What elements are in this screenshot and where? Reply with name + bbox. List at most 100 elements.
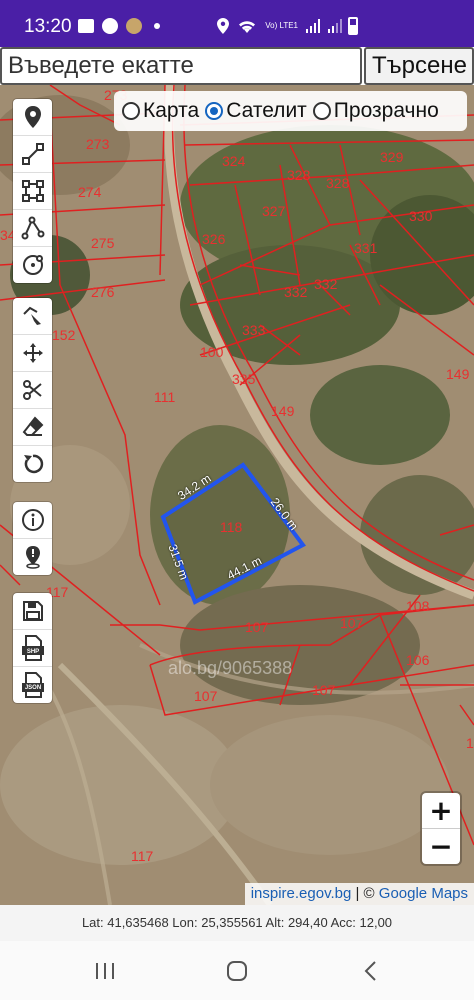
parcel-label: 118 xyxy=(220,519,243,535)
recent-apps-button[interactable] xyxy=(75,951,135,991)
network-type: Vo) LTE1 xyxy=(265,21,298,30)
parcel-label: 107 xyxy=(245,619,269,635)
cut-button[interactable] xyxy=(13,372,52,409)
map-attribution: inspire.egov.bg | © Google Maps xyxy=(244,883,474,905)
polyline-tool-button[interactable] xyxy=(13,210,52,247)
info-toolbar xyxy=(13,502,52,575)
system-navigation-bar xyxy=(0,941,474,1000)
undo-button[interactable] xyxy=(13,446,52,482)
radio-map[interactable] xyxy=(122,102,140,120)
parcel-label: 335 xyxy=(232,371,256,387)
parcel-label: 107 xyxy=(194,688,218,704)
marker-icon xyxy=(24,106,41,128)
clock: 13:20 xyxy=(24,16,72,37)
eraser-button[interactable] xyxy=(13,409,52,446)
satellite-map[interactable]: 273 273 274 275 276 152 34 324 328 329 3… xyxy=(0,85,474,905)
parcel-label: 324 xyxy=(222,153,246,169)
parcel-label: 326 xyxy=(202,231,226,247)
polyline-icon xyxy=(21,216,44,240)
status-bar: 13:20 Vo) LTE1 xyxy=(0,0,474,47)
back-icon xyxy=(364,961,376,981)
polygon-tool-button[interactable] xyxy=(13,173,52,210)
parcel-label: 149 xyxy=(271,403,295,419)
line-tool-button[interactable] xyxy=(13,136,52,173)
circle-icon xyxy=(22,255,43,275)
parcel-label: 328 xyxy=(326,175,350,191)
layer-option-transparent[interactable]: Прозрачно xyxy=(312,99,439,123)
parcel-label: 107 xyxy=(340,615,364,631)
move-icon xyxy=(22,343,43,363)
shp-label: SHP xyxy=(26,649,40,655)
parcel-label: 333 xyxy=(242,322,266,338)
back-button[interactable] xyxy=(340,951,400,991)
save-icon xyxy=(22,601,43,621)
my-location-button[interactable] xyxy=(13,539,52,575)
parcel-label: 327 xyxy=(262,203,286,219)
zoom-out-button[interactable]: − xyxy=(422,829,460,864)
parcel-label: 149 xyxy=(446,366,470,382)
marker-tool-button[interactable] xyxy=(13,99,52,136)
parcel-label: 108 xyxy=(406,598,430,614)
save-button[interactable] xyxy=(13,593,52,630)
parcel-label: 330 xyxy=(409,208,433,224)
json-label: JSON xyxy=(24,685,42,691)
google-maps-link[interactable]: Google Maps xyxy=(379,885,468,902)
more-notifications-icon xyxy=(154,23,160,29)
radio-transparent[interactable] xyxy=(312,102,331,120)
location-status-icon xyxy=(217,18,230,34)
wifi-icon xyxy=(239,21,256,33)
location-icon xyxy=(25,546,40,569)
draw-toolbar xyxy=(13,99,52,283)
select-edit-icon xyxy=(22,306,41,325)
polygon-icon xyxy=(21,180,44,202)
layer-option-satellite[interactable]: Сателит xyxy=(205,99,307,123)
app-notification-icon xyxy=(126,18,142,34)
radio-satellite[interactable] xyxy=(205,102,224,120)
attribution-separator: | © xyxy=(351,885,379,902)
parcel-labels: 273 273 274 275 276 152 34 324 328 329 3… xyxy=(0,85,474,905)
move-button[interactable] xyxy=(13,335,52,372)
parcel-label: 106 xyxy=(406,652,430,668)
parcel-label: 100 xyxy=(200,344,224,360)
parcel-label: 152 xyxy=(52,327,76,343)
battery-icon xyxy=(348,17,358,35)
notification-icons xyxy=(78,18,160,34)
eraser-icon xyxy=(22,416,43,436)
parcel-label: 276 xyxy=(91,284,115,300)
home-icon xyxy=(227,961,247,981)
layer-option-map[interactable]: Карта xyxy=(122,99,199,123)
parcel-label: 111 xyxy=(154,389,176,405)
layer-selector: Карта Сателит Прозрачно xyxy=(114,91,467,131)
messenger-icon xyxy=(102,18,118,34)
undo-icon xyxy=(23,454,43,474)
system-icons: Vo) LTE1 xyxy=(217,18,342,34)
search-bar: Търсене xyxy=(0,47,474,85)
parcel-label: 329 xyxy=(380,149,404,165)
parcel-label: 273 xyxy=(86,136,110,152)
parcel-label: 1 xyxy=(466,735,474,751)
parcel-label: 328 xyxy=(287,167,311,183)
search-button[interactable]: Търсене xyxy=(364,47,474,85)
zoom-in-button[interactable]: + xyxy=(422,793,460,829)
shp-export-icon xyxy=(21,635,44,661)
info-button[interactable] xyxy=(13,502,52,539)
parcel-label: 275 xyxy=(91,235,115,251)
info-icon xyxy=(21,509,44,531)
circle-tool-button[interactable] xyxy=(13,247,52,283)
gps-readout: Lat: 41,635468 Lon: 25,355561 Alt: 294,4… xyxy=(0,905,474,941)
parcel-label: 107 xyxy=(312,682,336,698)
inspire-link[interactable]: inspire.egov.bg xyxy=(251,885,352,902)
edit-toolbar xyxy=(13,298,52,482)
parcel-label: 117 xyxy=(131,848,154,864)
cut-icon xyxy=(22,380,42,400)
signal-2-icon xyxy=(328,19,342,33)
parcel-label: 331 xyxy=(354,240,378,256)
line-icon xyxy=(21,143,44,165)
parcel-label: 332 xyxy=(314,276,338,292)
ekatte-search-input[interactable] xyxy=(0,47,362,85)
home-button[interactable] xyxy=(207,951,267,991)
recent-apps-icon xyxy=(96,963,114,979)
parcel-label: 274 xyxy=(78,184,102,200)
edit-vertices-button[interactable] xyxy=(13,298,52,335)
parcel-label: 332 xyxy=(284,284,308,300)
